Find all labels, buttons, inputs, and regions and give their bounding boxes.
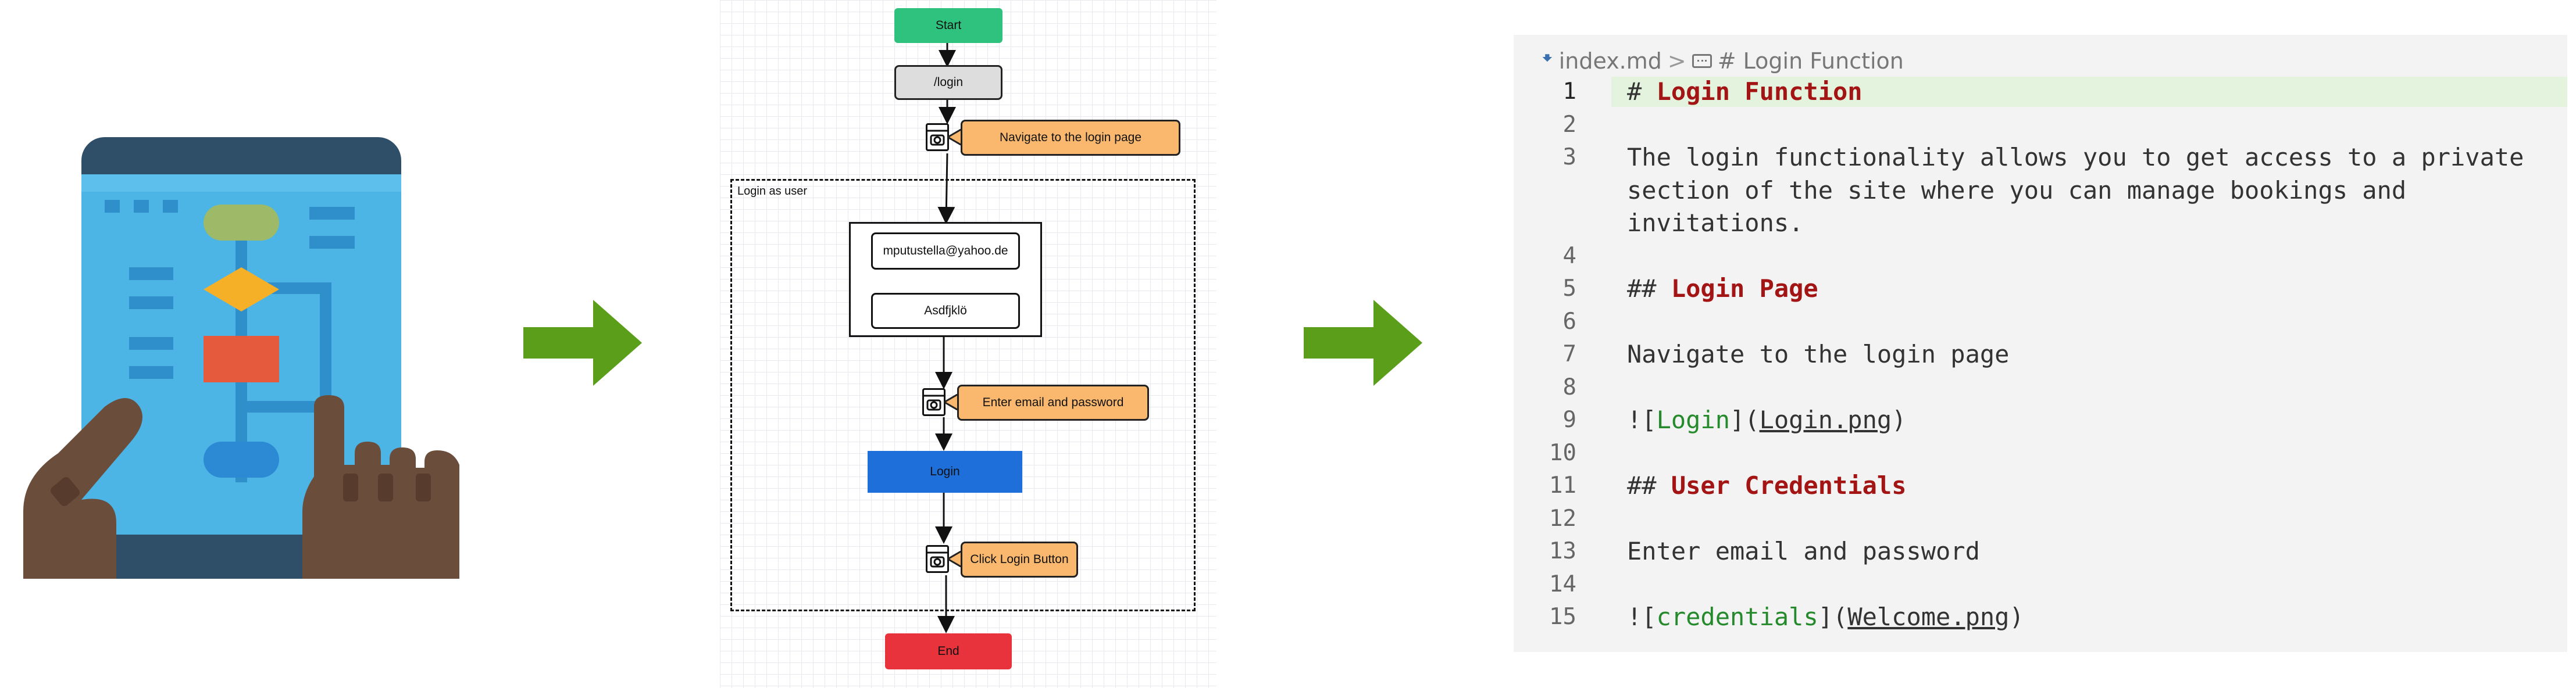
line-number: 15	[1549, 604, 1576, 630]
step-note-credentials: Enter email and password	[957, 385, 1149, 421]
code-token: ](	[1818, 603, 1848, 631]
markdown-file-icon: 🠻	[1542, 47, 1553, 69]
line-number: 13	[1549, 538, 1576, 564]
code-token: Login Page	[1671, 274, 1818, 303]
password-field[interactable]: Asdfjklö	[871, 293, 1020, 329]
login-route-node: /login	[894, 65, 1002, 100]
code-token: #	[1627, 77, 1657, 106]
line-number: 6	[1562, 308, 1576, 335]
code-token: ##	[1627, 471, 1671, 500]
code-token: ![	[1627, 603, 1657, 631]
code-token: invitations.	[1627, 209, 1804, 237]
code-token: ](	[1730, 406, 1760, 434]
line-number: 11	[1549, 472, 1576, 499]
code-line[interactable]: ## User Credentials	[1627, 470, 1906, 502]
code-token: Enter email and password	[1627, 537, 1980, 565]
email-field[interactable]: mputustella@yahoo.de	[871, 232, 1020, 270]
login-button-node[interactable]: Login	[868, 451, 1022, 493]
breadcrumb: 🠻 index.md > # Login Function	[1542, 45, 1904, 77]
code-token: Login	[1656, 406, 1731, 434]
code-token: )	[2009, 603, 2024, 631]
callout-pointer	[948, 129, 962, 145]
right-arrow-icon	[523, 300, 642, 386]
code-line[interactable]: invitations.	[1627, 207, 1803, 239]
chevron-right-icon: >	[1667, 48, 1686, 74]
code-token: The login functionality allows you to ge…	[1627, 143, 2524, 171]
code-token: Welcome.png	[1847, 603, 2010, 631]
camera-icon	[926, 123, 949, 151]
step-note-click-login: Click Login Button	[961, 542, 1078, 578]
step-note-navigate: Navigate to the login page	[961, 120, 1180, 156]
code-token: )	[1892, 406, 1907, 434]
code-line[interactable]: ![credentials](Welcome.png)	[1627, 601, 2024, 633]
breadcrumb-symbol[interactable]: # Login Function	[1718, 48, 1904, 74]
line-number: 14	[1549, 571, 1576, 597]
login-flowchart: Start /login Navigate to the login page …	[720, 0, 1216, 688]
line-number: 9	[1562, 407, 1576, 433]
code-token: Login Function	[1656, 77, 1863, 106]
code-line[interactable]: The login functionality allows you to ge…	[1627, 141, 2524, 174]
code-line[interactable]: Enter email and password	[1627, 535, 1980, 568]
camera-icon	[926, 545, 949, 573]
symbol-string-icon	[1692, 54, 1712, 68]
code-token: credentials	[1656, 603, 1818, 631]
end-node: End	[885, 633, 1012, 669]
code-token: section of the site where you can manage…	[1627, 175, 2407, 205]
code-line[interactable]: section of the site where you can manage…	[1627, 174, 2406, 207]
code-line[interactable]: ## Login Page	[1627, 273, 1818, 305]
breadcrumb-file[interactable]: index.md	[1559, 48, 1662, 74]
code-token: Navigate to the login page	[1627, 340, 2010, 368]
markdown-editor[interactable]: 🠻 index.md > # Login Function 1 # Login F…	[1514, 35, 2567, 652]
code-line[interactable]: # Login Function	[1627, 76, 1863, 108]
line-number: 12	[1549, 505, 1576, 532]
callout-pointer	[944, 394, 958, 410]
code-token: User Credentials	[1671, 471, 1907, 500]
start-node: Start	[894, 8, 1002, 43]
group-label: Login as user	[737, 185, 808, 198]
line-number: 10	[1549, 439, 1576, 466]
camera-icon	[922, 388, 946, 416]
code-token: ![	[1627, 406, 1657, 434]
line-number: 8	[1562, 374, 1576, 400]
code-line[interactable]: Navigate to the login page	[1627, 338, 2009, 371]
tablet-flowchart-illustration	[23, 137, 459, 579]
code-line[interactable]: ![Login](Login.png)	[1627, 404, 1906, 436]
line-number: 4	[1562, 242, 1576, 269]
line-number: 7	[1562, 341, 1576, 367]
code-token: Login.png	[1759, 406, 1892, 434]
callout-pointer	[948, 551, 962, 567]
line-number: 5	[1562, 275, 1576, 302]
code-token: ##	[1627, 274, 1671, 303]
line-number: 1	[1562, 78, 1576, 105]
right-arrow-icon	[1304, 300, 1422, 386]
line-number: 3	[1562, 144, 1576, 170]
line-number: 2	[1562, 111, 1576, 138]
